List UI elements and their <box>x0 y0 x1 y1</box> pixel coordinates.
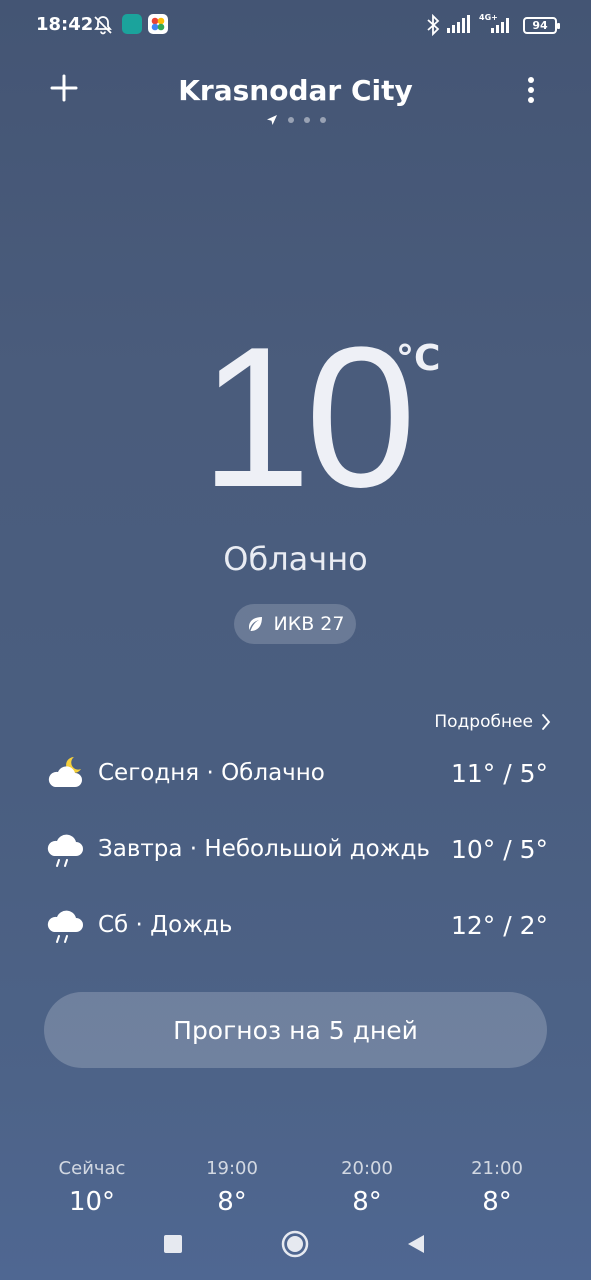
signal-4g-icon <box>490 14 514 38</box>
leaf-icon <box>248 617 262 631</box>
temperature-unit: °C <box>396 338 441 379</box>
forecast-day-label: Завтра · Небольшой дождь <box>98 836 430 862</box>
bluetooth-icon <box>426 13 440 40</box>
back-button[interactable] <box>406 1233 426 1255</box>
hourly-time: 21:00 <box>471 1158 523 1179</box>
signal-icon <box>446 14 472 38</box>
rain-icon <box>47 910 83 943</box>
app-notification-icon <box>122 14 142 38</box>
status-bar: 18:42 4G+ 94 <box>0 0 591 52</box>
aqi-label: ИКВ 27 <box>273 613 345 635</box>
details-link[interactable]: Подробнее <box>434 712 551 732</box>
status-time: 18:42 <box>36 14 94 35</box>
recents-button[interactable] <box>163 1234 183 1254</box>
forecast-day-temps: 12° / 2° <box>450 910 548 940</box>
navigation-bar <box>0 1208 591 1280</box>
hourly-time: 20:00 <box>341 1158 393 1179</box>
battery-indicator: 94 <box>523 17 560 34</box>
alarm-off-icon <box>92 14 114 40</box>
forecast-day-label: Сегодня · Облачно <box>98 760 325 786</box>
partly-cloudy-icon <box>48 757 82 787</box>
details-label: Подробнее <box>434 712 533 732</box>
more-options-button[interactable] <box>521 74 541 106</box>
location-arrow-icon <box>266 115 277 125</box>
five-day-forecast-button[interactable]: Прогноз на 5 дней <box>44 992 547 1068</box>
forecast-day-label: Сб · Дождь <box>98 912 233 938</box>
forecast-row-saturday[interactable]: Сб · Дождь 12° / 2° <box>44 900 548 950</box>
current-condition: Облачно <box>223 540 368 578</box>
chevron-right-icon <box>542 714 551 730</box>
page-indicator <box>0 114 591 126</box>
forecast-day-temps: 10° / 5° <box>450 834 548 864</box>
page-dot <box>303 117 310 123</box>
more-vertical-icon <box>528 77 534 103</box>
hourly-time: Сейчас <box>58 1158 126 1179</box>
top-bar: Krasnodar City <box>0 60 591 130</box>
hourly-time: 19:00 <box>206 1158 258 1179</box>
aqi-badge[interactable]: ИКВ 27 <box>234 604 356 644</box>
forecast-row-today[interactable]: Сегодня · Облачно 11° / 5° <box>44 748 548 798</box>
current-temperature: 10 <box>200 306 416 529</box>
page-dot <box>319 117 326 123</box>
rain-icon <box>47 834 83 867</box>
page-dot <box>287 117 294 123</box>
city-title: Krasnodar City <box>178 74 413 107</box>
forecast-row-tomorrow[interactable]: Завтра · Небольшой дождь 10° / 5° <box>44 824 548 874</box>
photos-icon <box>148 14 168 38</box>
home-button[interactable] <box>281 1230 309 1258</box>
forecast-day-temps: 11° / 5° <box>450 758 548 788</box>
